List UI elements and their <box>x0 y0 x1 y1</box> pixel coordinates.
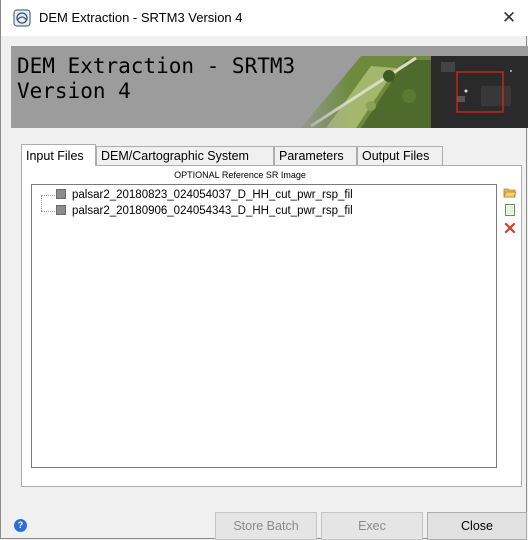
file-name: palsar2_20180823_024054037_D_HH_cut_pwr_… <box>72 189 353 201</box>
close-button[interactable]: Close <box>427 512 527 540</box>
image-file-icon <box>56 189 66 199</box>
dialog-window: DEM Extraction - SRTM3 Version 4 ✕ DEM E… <box>0 0 528 540</box>
close-icon[interactable]: ✕ <box>497 6 521 30</box>
banner-title: DEM Extraction - SRTM3 Version 4 <box>17 54 296 103</box>
help-icon[interactable]: ? <box>14 519 27 532</box>
exec-button[interactable]: Exec <box>321 512 423 540</box>
tab-output-files[interactable]: Output Files <box>357 146 443 166</box>
header-banner: DEM Extraction - SRTM3 Version 4 <box>11 46 528 128</box>
list-item[interactable]: palsar2_20180906_024054343_D_HH_cut_pwr_… <box>56 204 353 218</box>
file-list[interactable]: palsar2_20180823_024054037_D_HH_cut_pwr_… <box>31 184 497 468</box>
list-item[interactable]: palsar2_20180823_024054037_D_HH_cut_pwr_… <box>56 188 353 202</box>
store-batch-button[interactable]: Store Batch <box>215 512 317 540</box>
section-label: OPTIONAL Reference SR Image <box>174 170 306 180</box>
app-icon <box>13 9 31 27</box>
open-folder-icon[interactable] <box>503 185 517 199</box>
title-bar: DEM Extraction - SRTM3 Version 4 ✕ <box>1 0 528 36</box>
image-file-icon <box>56 205 66 215</box>
tree-connector <box>41 211 55 213</box>
tab-input-files[interactable]: Input Files <box>21 144 96 166</box>
tab-parameters[interactable]: Parameters <box>274 146 357 166</box>
input-files-panel: OPTIONAL Reference SR Image palsar2_2018… <box>21 165 522 487</box>
delete-icon[interactable] <box>503 221 517 235</box>
tree-connector <box>41 195 55 197</box>
file-name: palsar2_20180906_024054343_D_HH_cut_pwr_… <box>72 205 353 217</box>
new-file-icon[interactable] <box>503 203 517 217</box>
window-title: DEM Extraction - SRTM3 Version 4 <box>39 10 243 25</box>
tab-dem-cartographic-system[interactable]: DEM/Cartographic System <box>96 146 274 166</box>
tree-connector <box>41 195 43 211</box>
